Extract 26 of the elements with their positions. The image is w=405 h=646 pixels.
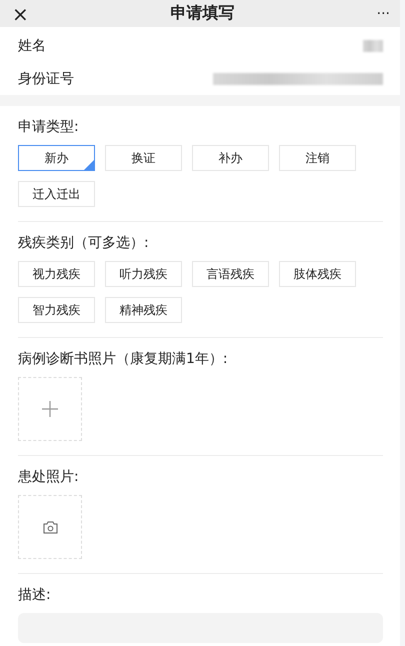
close-button[interactable]: × [12, 4, 29, 24]
option-button[interactable]: 听力残疾 [105, 261, 182, 287]
blurred-value [363, 40, 383, 52]
camera-icon [42, 520, 58, 534]
more-button[interactable]: ··· [376, 6, 390, 20]
option-button[interactable]: 智力残疾 [18, 297, 95, 323]
plus-icon [41, 400, 59, 418]
section-label: 描述: [18, 586, 52, 604]
page-title: 申请填写 [170, 3, 235, 24]
option-button[interactable]: 新办 [18, 145, 95, 171]
option-button[interactable]: 迁入迁出 [18, 181, 95, 207]
option-button[interactable]: 精神残疾 [105, 297, 182, 323]
option-button[interactable]: 言语残疾 [192, 261, 269, 287]
section-label: 申请类型: [18, 118, 80, 136]
upload-button[interactable] [18, 377, 82, 441]
section-label: 残疾类别（可多选）: [18, 234, 150, 252]
upload-button[interactable] [18, 495, 82, 559]
option-button[interactable]: 肢体残疾 [279, 261, 356, 287]
field-label: 姓名 [18, 36, 46, 54]
field-label: 身份证号 [18, 70, 74, 88]
option-button[interactable]: 换证 [105, 145, 182, 171]
section-label: 病例诊断书照片（康复期满1年）: [18, 350, 229, 368]
option-button[interactable]: 补办 [192, 145, 269, 171]
option-button[interactable]: 注销 [279, 145, 356, 171]
option-button[interactable]: 视力残疾 [18, 261, 95, 287]
section-label: 患处照片: [18, 468, 80, 486]
